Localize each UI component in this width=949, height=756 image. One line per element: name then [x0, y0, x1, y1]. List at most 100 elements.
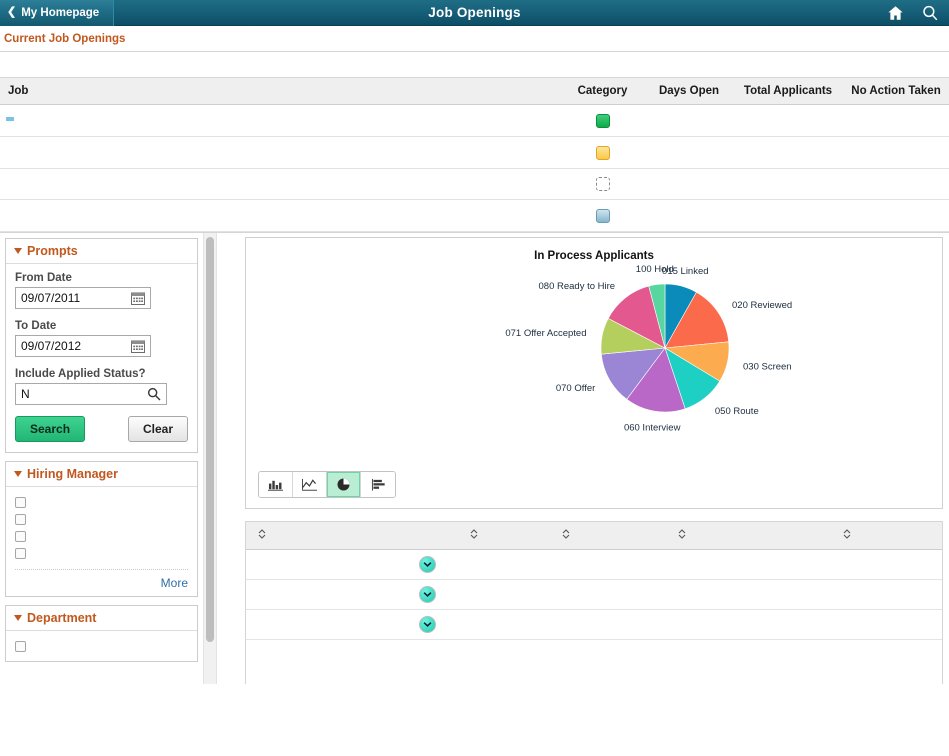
table-row [0, 200, 949, 232]
job-days-open-cell [645, 105, 733, 137]
applicant-name-cell [246, 610, 396, 640]
list-item[interactable] [15, 494, 188, 511]
chevron-down-circle-icon[interactable] [419, 616, 436, 633]
pie-slice-label: 080 Ready to Hire [539, 281, 616, 292]
applicants-col-applicant-name[interactable] [246, 522, 396, 550]
hiring-manager-facet-panel: Hiring Manager More [5, 461, 198, 597]
applicant-department-cell [666, 610, 831, 640]
sidebar-scrollbar[interactable] [203, 233, 217, 684]
calendar-icon[interactable] [130, 290, 146, 306]
prompts-panel-header[interactable]: Prompts [6, 239, 197, 264]
to-date-field-wrap [15, 335, 151, 357]
job-no-action-taken-cell [843, 168, 949, 200]
list-item[interactable] [15, 638, 188, 655]
applicant-recruiter-cell [458, 580, 550, 610]
table-row [246, 550, 943, 580]
table-row [246, 610, 943, 640]
job-days-open-cell [645, 136, 733, 168]
applicants-col-hiring-manager[interactable] [550, 522, 666, 550]
applicant-hiring-manager-cell [550, 550, 666, 580]
list-item[interactable] [15, 528, 188, 545]
sort-arrows-icon [470, 529, 478, 542]
pie-chart[interactable]: 015 Linked020 Reviewed030 Screen050 Rout… [246, 262, 942, 447]
applicant-department-cell [666, 580, 831, 610]
lookup-search-icon[interactable] [146, 386, 162, 402]
applicant-recruiter-cell [458, 610, 550, 640]
chart-title: In Process Applicants [246, 238, 942, 262]
chevron-left-icon: ❮ [7, 7, 16, 18]
job-total-applicants-cell [733, 168, 843, 200]
facet-checkbox[interactable] [15, 641, 26, 652]
calendar-icon[interactable] [130, 338, 146, 354]
chart-type-toolbar [258, 471, 396, 498]
hiring-manager-facet-header[interactable]: Hiring Manager [6, 462, 197, 487]
facet-checkbox[interactable] [15, 548, 26, 559]
job-total-applicants-cell [733, 136, 843, 168]
pie-chart-button[interactable] [327, 472, 361, 497]
applicants-table-body [246, 550, 943, 640]
horizontal-bar-chart-button[interactable] [361, 472, 395, 497]
hiring-manager-more-link[interactable]: More [15, 569, 188, 590]
jobs-col-total-applicants[interactable]: Total Applicants [733, 78, 843, 105]
job-no-action-taken-cell [843, 105, 949, 137]
jobs-col-job[interactable]: Job [0, 78, 560, 105]
applicants-col-location[interactable] [831, 522, 943, 550]
hiring-manager-facet-body: More [6, 487, 197, 596]
prompts-button-row: Search Clear [15, 416, 188, 442]
sort-arrows-icon [258, 529, 266, 542]
applicant-hiring-manager-cell [550, 610, 666, 640]
table-row [0, 136, 949, 168]
include-applied-status-field-wrap [15, 383, 167, 405]
category-swatch-icon [596, 209, 610, 223]
applicants-grid-panel [245, 521, 943, 684]
sidebar-scrollbar-thumb[interactable] [206, 237, 214, 642]
caret-down-icon [14, 615, 22, 621]
department-facet-header[interactable]: Department [6, 606, 197, 631]
chevron-down-circle-icon[interactable] [419, 556, 436, 573]
job-no-action-taken-cell [843, 200, 949, 232]
applicants-col-actions [396, 522, 458, 550]
back-to-homepage-tab[interactable]: ❮ My Homepage [0, 0, 114, 26]
prompts-panel: Prompts From Date To Date Includ [5, 238, 198, 453]
facet-checkbox[interactable] [15, 514, 26, 525]
applicants-col-department[interactable] [666, 522, 831, 550]
job-cell [0, 105, 560, 137]
include-applied-status-input[interactable] [15, 383, 167, 405]
pie-chart-svg[interactable]: 015 Linked020 Reviewed030 Screen050 Rout… [379, 262, 809, 447]
jobs-col-no-action-taken[interactable]: No Action Taken [843, 78, 949, 105]
home-icon[interactable] [886, 4, 905, 22]
applicant-location-cell [831, 550, 943, 580]
back-to-homepage-label: My Homepage [21, 7, 99, 19]
line-chart-button[interactable] [293, 472, 327, 497]
bar-chart-button[interactable] [259, 472, 293, 497]
pie-slice-label: 060 Interview [624, 423, 681, 434]
list-item[interactable] [15, 511, 188, 528]
clear-button[interactable]: Clear [128, 416, 188, 442]
search-button[interactable]: Search [15, 416, 85, 442]
page-header-title: Job Openings [0, 0, 949, 26]
caret-down-icon [14, 248, 22, 254]
facet-checkbox[interactable] [15, 531, 26, 542]
content-area: In Process Applicants 015 Linked020 Revi… [217, 233, 949, 684]
facet-checkbox[interactable] [15, 497, 26, 508]
list-item[interactable] [15, 545, 188, 562]
pie-slice-label: 050 Route [715, 406, 759, 417]
department-facet-panel: Department [5, 605, 198, 662]
jobs-table-body [0, 105, 949, 232]
applicant-recruiter-cell [458, 550, 550, 580]
table-row [0, 105, 949, 137]
applicant-department-cell [666, 550, 831, 580]
hiring-manager-facet-title: Hiring Manager [27, 467, 118, 481]
category-swatch-icon [596, 146, 610, 160]
jobs-col-days-open[interactable]: Days Open [645, 78, 733, 105]
from-date-field-wrap [15, 287, 151, 309]
sort-arrows-icon [562, 529, 570, 542]
sort-arrows-icon [678, 529, 686, 542]
jobs-table-header-row: Job Category Days Open Total Applicants … [0, 78, 949, 105]
chevron-down-circle-icon[interactable] [419, 586, 436, 603]
chart-panel: In Process Applicants 015 Linked020 Revi… [245, 237, 943, 509]
applicants-col-recruiter[interactable] [458, 522, 550, 550]
search-icon[interactable] [921, 4, 939, 22]
jobs-col-category[interactable]: Category [560, 78, 645, 105]
job-days-open-cell [645, 168, 733, 200]
